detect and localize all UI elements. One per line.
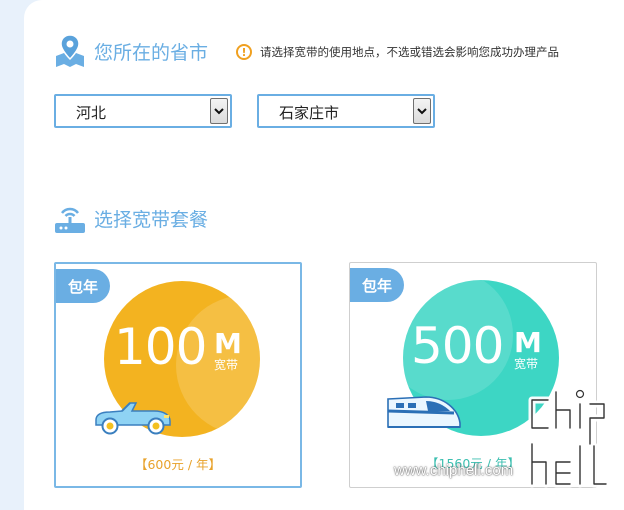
package-speed: 500 [411, 317, 504, 375]
package-unit-m: M [214, 327, 242, 360]
package-price: 【600元 / 年】 [134, 457, 222, 472]
chiphell-logo-icon [528, 388, 610, 488]
map-pin-icon [56, 34, 84, 67]
city-select-value: 石家庄市 [279, 104, 340, 122]
warning-icon: ! [236, 44, 252, 60]
chevron-down-icon[interactable] [413, 98, 431, 124]
bullet-train-icon [387, 396, 461, 428]
convertible-car-icon [95, 402, 171, 435]
package-speed: 100 [114, 318, 207, 376]
package-unit: M 宽带 [214, 327, 242, 373]
package-section-title: 选择宽带套餐 [54, 201, 208, 235]
watermark-url: www.chiphell.com [394, 462, 514, 479]
location-hint-text: 请选择宽带的使用地点，不选或错选会影响您成功办理产品 [260, 45, 559, 59]
package-title-text: 选择宽带套餐 [94, 208, 209, 231]
location-section-title: 您所在的省市 [54, 34, 208, 68]
package-tag: 包年 [350, 268, 404, 302]
package-unit-label: 宽带 [514, 357, 539, 371]
chevron-down-icon[interactable] [210, 98, 228, 124]
location-hint: ! 请选择宽带的使用地点，不选或错选会影响您成功办理产品 [236, 44, 559, 60]
router-icon [55, 207, 85, 233]
package-tag: 包年 [56, 269, 110, 303]
package-unit-label: 宽带 [214, 358, 239, 372]
province-select-value: 河北 [76, 104, 107, 122]
package-card-100m[interactable]: 包年 100 M 宽带 【600元 / 年】 [54, 262, 302, 488]
city-select[interactable]: 石家庄市 [257, 94, 435, 128]
province-select[interactable]: 河北 [54, 94, 232, 128]
package-unit-m: M [514, 326, 542, 359]
location-title-text: 您所在的省市 [94, 41, 209, 64]
package-unit: M 宽带 [514, 326, 542, 372]
